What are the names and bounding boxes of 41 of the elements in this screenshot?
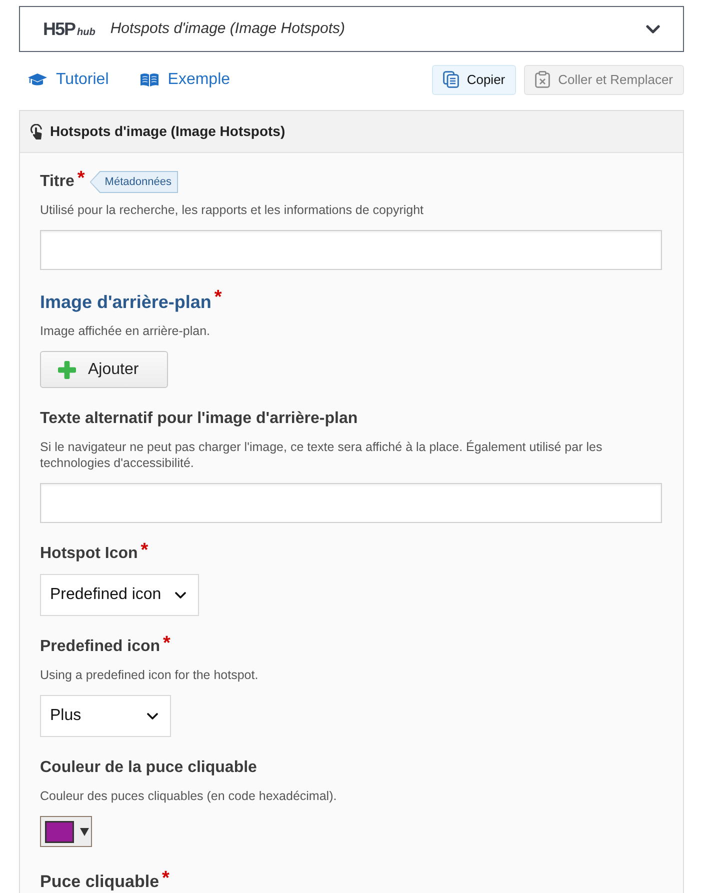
caret-down-icon <box>80 828 89 836</box>
text-input-field[interactable] <box>40 230 662 270</box>
color-picker[interactable] <box>40 816 92 847</box>
chevron-down-icon <box>175 592 186 598</box>
field-label: Image d'arrière-plan <box>40 291 212 314</box>
open-book-icon <box>140 72 159 86</box>
dropdown-select[interactable]: Predefined icon <box>40 574 200 616</box>
chevron-down-icon <box>147 712 158 720</box>
chevron-down-icon[interactable] <box>646 24 660 34</box>
field-description: Image affichée en arrière-plan. <box>40 323 212 339</box>
field-label: Predefined icon <box>40 637 160 657</box>
field-description: Using a predefined icon for the hotspot. <box>40 667 260 683</box>
field-description: Si le navigateur ne peut pas charger l'image, ce texte sera affiché à la place. Également utilisé par les technologies d'accessibilité. <box>40 439 604 471</box>
content-type-title: Hotspots d'image (Image Hotspots) <box>110 18 345 39</box>
field-label: Couleur de la puce cliquable <box>40 758 257 778</box>
tutorial-link[interactable]: Tutoriel <box>28 68 109 92</box>
required-asterisk: * <box>77 171 85 187</box>
copy-button[interactable]: Copier <box>432 64 516 94</box>
hub-header-bar[interactable]: H5Phub Hotspots d'image (Image Hotspots) <box>19 6 684 52</box>
required-asterisk: * <box>140 543 148 559</box>
required-asterisk: * <box>163 636 170 652</box>
metadata-tag[interactable]: Métadonnées <box>90 171 178 193</box>
field-description: Utilisé pour la recherche, les rapports et les informations de copyright <box>40 202 425 218</box>
text-input-field[interactable] <box>40 483 662 523</box>
example-link[interactable]: Exemple <box>140 68 230 92</box>
field-label: Texte alternatif pour l'image d'arrière-plan <box>40 409 358 429</box>
pointer-hand-icon <box>30 124 44 140</box>
copy-icon <box>442 71 459 88</box>
field-label: Puce cliquable <box>40 870 160 892</box>
clipboard-icon <box>535 71 550 88</box>
graduation-cap-icon <box>28 72 47 86</box>
h5p-hub-logo: H5Phub <box>43 20 96 38</box>
plus-icon <box>58 360 76 378</box>
required-asterisk: * <box>214 290 222 306</box>
field-description: Couleur des puces cliquables (en code hexadécimal). <box>40 788 338 804</box>
field-label: Titre <box>40 172 74 192</box>
add-image-button[interactable]: Ajouter <box>40 351 168 388</box>
panel-title: Hotspots d'image (Image Hotspots) <box>50 122 286 141</box>
dropdown-select[interactable]: Plus <box>40 695 171 737</box>
field-label: Hotspot Icon <box>40 544 138 564</box>
required-asterisk: * <box>162 870 170 886</box>
